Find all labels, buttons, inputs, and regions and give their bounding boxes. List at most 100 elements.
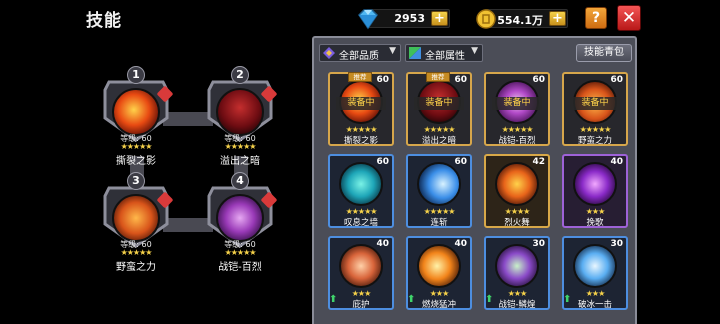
upgrade-arrow-icon: ⬆ <box>329 294 338 305</box>
equipped-label: 装备中 <box>570 97 620 110</box>
skill-stars: ★★★ <box>351 289 372 298</box>
skill-card[interactable]: 60 ★★★★★ 战铠-百烈 装备中 <box>484 72 550 146</box>
skill-icon <box>216 194 264 242</box>
quality-filter-dropdown[interactable]: 全部品质 ▼ <box>319 44 401 62</box>
recommend-badge: 推荐 <box>426 72 450 82</box>
skill-card[interactable]: 40 ★★★ 庇护 ⬆ <box>328 236 394 310</box>
slot-skill-name: 撕裂之影 <box>116 156 156 167</box>
skill-icon <box>417 162 461 206</box>
skill-stars: ★★★★★ <box>501 125 534 134</box>
skill-stars: ★★★★★ <box>579 125 612 134</box>
skill-card[interactable]: 30 ★★★ 战铠-鳞煌 ⬆ <box>484 236 550 310</box>
skill-stars: ★★★★★ <box>423 207 456 216</box>
skill-inventory-panel: 全部品质 ▼ 全部属性 ▼ 技能青包 60 ★★★★★ 撕裂之影 装备中 推荐 60 ★★★… <box>312 36 637 324</box>
skill-stars: ★★★ <box>429 289 450 298</box>
skill-stars: ★★★★★ <box>345 125 378 134</box>
slot-skill-name: 溢出之暗 <box>220 156 260 167</box>
skill-name: 撕裂之影 <box>343 136 378 146</box>
equipped-slot[interactable]: 4 等级: 60 ★★★★★ 战铠-百烈 <box>205 172 278 276</box>
skill-level: 60 <box>376 157 389 167</box>
slot-number: 4 <box>231 172 249 190</box>
skill-name: 燃烧猛冲 <box>421 300 456 310</box>
diamond-icon <box>358 9 378 30</box>
chevron-down-icon: ▼ <box>389 46 396 56</box>
skill-name: 破冰一击 <box>577 300 612 310</box>
skill-level: 60 <box>454 75 467 85</box>
coin-amount: 554.1万 <box>497 14 543 27</box>
slot-stars: ★★★★★ <box>224 142 257 151</box>
slot-stars: ★★★★★ <box>120 248 153 257</box>
skill-level: 42 <box>532 157 545 167</box>
skill-card[interactable]: 60 ★★★★★ 连斩 <box>406 154 472 228</box>
coin-icon <box>476 9 496 29</box>
skill-icon <box>573 162 617 206</box>
attribute-filter-dropdown[interactable]: 全部属性 ▼ <box>405 44 483 62</box>
skill-level: 40 <box>376 239 389 249</box>
quality-filter-icon <box>323 47 335 59</box>
skill-stars: ★★★★★ <box>345 207 378 216</box>
skill-level: 60 <box>376 75 389 85</box>
equipped-slot[interactable]: 3 等级: 60 ★★★★★ 野蛮之力 <box>101 172 174 276</box>
skill-name: 战铠-百烈 <box>498 136 536 146</box>
skill-icon <box>112 88 160 136</box>
close-button[interactable]: ✕ <box>617 5 641 31</box>
skill-stars: ★★★ <box>585 289 606 298</box>
skill-stars: ★★★★★ <box>423 125 456 134</box>
skill-card[interactable]: 40 ★★★ 挽歌 <box>562 154 628 228</box>
slot-stars: ★★★★★ <box>120 142 153 151</box>
equipped-label: 装备中 <box>492 97 542 110</box>
equipped-slot[interactable]: 1 等级: 60 ★★★★★ 撕裂之影 <box>101 66 174 170</box>
upgrade-arrow-icon: ⬆ <box>485 294 494 305</box>
upgrade-arrow-icon: ⬆ <box>407 294 416 305</box>
skill-icon <box>216 88 264 136</box>
skill-stars: ★★★★ <box>504 207 531 216</box>
skill-card[interactable]: 60 ★★★★★ 叹息之墙 <box>328 154 394 228</box>
skill-name: 庇护 <box>352 300 370 310</box>
slot-skill-name: 野蛮之力 <box>116 262 156 273</box>
skill-icon <box>339 162 383 206</box>
skill-level: 60 <box>532 75 545 85</box>
skill-card[interactable]: 30 ★★★ 破冰一击 ⬆ <box>562 236 628 310</box>
skill-bag-button[interactable]: 技能青包 <box>576 44 632 62</box>
add-coins-button[interactable]: + <box>549 11 566 26</box>
skill-name: 挽歌 <box>586 218 604 228</box>
skill-name: 野蛮之力 <box>577 136 612 146</box>
upgrade-arrow-icon: ⬆ <box>563 294 572 305</box>
slot-number: 2 <box>231 66 249 84</box>
skill-name: 溢出之暗 <box>421 136 456 146</box>
equipped-label: 装备中 <box>414 97 464 110</box>
slot-number: 1 <box>127 66 145 84</box>
skill-level: 60 <box>610 75 623 85</box>
skill-level: 30 <box>532 239 545 249</box>
coin-balance: 554.1万 + <box>476 9 568 29</box>
skill-level: 60 <box>454 157 467 167</box>
equipped-label: 装备中 <box>336 97 386 110</box>
attribute-filter-label: 全部属性 <box>425 51 465 62</box>
skill-level: 40 <box>454 239 467 249</box>
recommend-badge: 推荐 <box>348 72 372 82</box>
equipped-slot[interactable]: 2 等级: 60 ★★★★★ 溢出之暗 <box>205 66 278 170</box>
add-gems-button[interactable]: + <box>431 11 448 26</box>
attribute-filter-icon <box>409 47 421 59</box>
skill-name: 烈火舞 <box>504 218 530 228</box>
skill-card[interactable]: 60 ★★★★★ 撕裂之影 装备中 推荐 <box>328 72 394 146</box>
help-button[interactable]: ? <box>585 7 607 29</box>
skill-name: 战铠-鳞煌 <box>498 300 536 310</box>
slot-stars: ★★★★★ <box>224 248 257 257</box>
skill-stars: ★★★ <box>507 289 528 298</box>
skill-name: 连斩 <box>430 218 448 228</box>
slot-skill-name: 战铠-百烈 <box>218 262 262 273</box>
skill-icon <box>495 162 539 206</box>
chevron-down-icon: ▼ <box>471 46 478 56</box>
gem-amount: 2953 <box>394 12 425 25</box>
slot-number: 3 <box>127 172 145 190</box>
skill-icon <box>339 244 383 288</box>
skill-card[interactable]: 60 ★★★★★ 溢出之暗 装备中 推荐 <box>406 72 472 146</box>
skill-name: 叹息之墙 <box>343 218 378 228</box>
skill-icon <box>417 244 461 288</box>
skill-card[interactable]: 60 ★★★★★ 野蛮之力 装备中 <box>562 72 628 146</box>
skill-card[interactable]: 40 ★★★ 燃烧猛冲 ⬆ <box>406 236 472 310</box>
skill-card[interactable]: 42 ★★★★ 烈火舞 <box>484 154 550 228</box>
quality-filter-label: 全部品质 <box>339 51 379 62</box>
skill-icon <box>573 244 617 288</box>
